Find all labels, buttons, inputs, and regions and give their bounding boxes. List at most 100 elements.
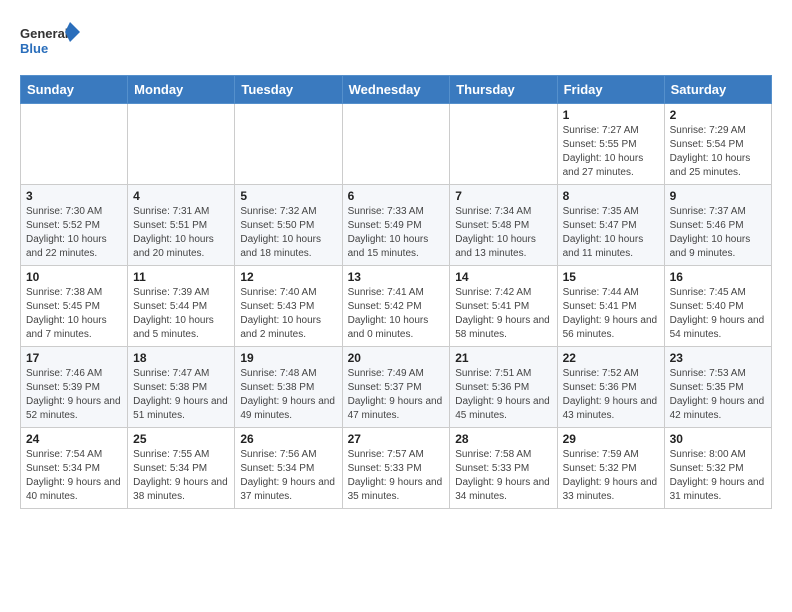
calendar-cell: 8 Sunrise: 7:35 AM Sunset: 5:47 PM Daylig… <box>557 185 664 266</box>
day-number: 8 <box>563 189 659 203</box>
day-of-week-header: Tuesday <box>235 76 342 104</box>
calendar-cell: 3 Sunrise: 7:30 AM Sunset: 5:52 PM Daylig… <box>21 185 128 266</box>
calendar-week-row: 24Sunrise: 7:54 AM Sunset: 5:34 PM Dayli… <box>21 428 772 509</box>
day-number: 3 <box>26 189 122 203</box>
day-info: Sunrise: 7:55 AM Sunset: 5:34 PM Dayligh… <box>133 448 229 504</box>
calendar-cell: 9Sunrise: 7:37 AM Sunset: 5:46 PM Daylig… <box>664 185 771 266</box>
day-info: Sunrise: 7:39 AM Sunset: 5:44 PM Dayligh… <box>133 286 229 342</box>
day-number: 29 <box>563 432 659 446</box>
day-number: 5 <box>240 189 336 203</box>
calendar-cell: 2 Sunrise: 7:29 AM Sunset: 5:54 PM Daylig… <box>664 104 771 185</box>
calendar-cell: 29 Sunrise: 7:59 AM Sunset: 5:32 PM Dayli… <box>557 428 664 509</box>
day-info: Sunrise: 7:51 AM Sunset: 5:36 PM Dayligh… <box>455 367 551 423</box>
day-info: Sunrise: 7:52 AM Sunset: 5:36 PM Dayligh… <box>563 367 659 423</box>
day-number: 16 <box>670 270 766 284</box>
day-info: Sunrise: 7:57 AM Sunset: 5:33 PM Dayligh… <box>348 448 445 504</box>
day-number: 10 <box>26 270 122 284</box>
day-info: Sunrise: 7:31 AM Sunset: 5:51 PM Dayligh… <box>133 205 229 261</box>
day-info: Sunrise: 7:32 AM Sunset: 5:50 PM Dayligh… <box>240 205 336 261</box>
day-number: 7 <box>455 189 551 203</box>
calendar-cell: 12 Sunrise: 7:40 AM Sunset: 5:43 PM Dayli… <box>235 266 342 347</box>
day-number: 27 <box>348 432 445 446</box>
calendar-cell: 24Sunrise: 7:54 AM Sunset: 5:34 PM Dayli… <box>21 428 128 509</box>
day-of-week-header: Friday <box>557 76 664 104</box>
day-number: 1 <box>563 108 659 122</box>
day-info: Sunrise: 7:30 AM Sunset: 5:52 PM Dayligh… <box>26 205 122 261</box>
svg-text:Blue: Blue <box>20 41 48 56</box>
day-info: Sunrise: 7:42 AM Sunset: 5:41 PM Dayligh… <box>455 286 551 342</box>
day-of-week-header: Saturday <box>664 76 771 104</box>
day-number: 18 <box>133 351 229 365</box>
calendar-cell: 27 Sunrise: 7:57 AM Sunset: 5:33 PM Dayli… <box>342 428 450 509</box>
calendar-cell: 4 Sunrise: 7:31 AM Sunset: 5:51 PM Daylig… <box>128 185 235 266</box>
logo-svg: General Blue <box>20 20 80 65</box>
day-info: Sunrise: 7:41 AM Sunset: 5:42 PM Dayligh… <box>348 286 445 342</box>
day-number: 15 <box>563 270 659 284</box>
day-info: Sunrise: 7:35 AM Sunset: 5:47 PM Dayligh… <box>563 205 659 261</box>
calendar-cell <box>450 104 557 185</box>
calendar-cell <box>235 104 342 185</box>
day-info: Sunrise: 7:33 AM Sunset: 5:49 PM Dayligh… <box>348 205 445 261</box>
calendar-cell <box>128 104 235 185</box>
calendar-cell: 19 Sunrise: 7:48 AM Sunset: 5:38 PM Dayli… <box>235 347 342 428</box>
day-number: 28 <box>455 432 551 446</box>
calendar-table: SundayMondayTuesdayWednesdayThursdayFrid… <box>20 75 772 509</box>
calendar-cell: 25Sunrise: 7:55 AM Sunset: 5:34 PM Dayli… <box>128 428 235 509</box>
calendar-cell: 26 Sunrise: 7:56 AM Sunset: 5:34 PM Dayli… <box>235 428 342 509</box>
day-of-week-header: Sunday <box>21 76 128 104</box>
day-number: 6 <box>348 189 445 203</box>
day-number: 23 <box>670 351 766 365</box>
calendar-week-row: 3 Sunrise: 7:30 AM Sunset: 5:52 PM Daylig… <box>21 185 772 266</box>
calendar-cell: 17 Sunrise: 7:46 AM Sunset: 5:39 PM Dayli… <box>21 347 128 428</box>
day-number: 13 <box>348 270 445 284</box>
calendar-cell: 16Sunrise: 7:45 AM Sunset: 5:40 PM Dayli… <box>664 266 771 347</box>
day-of-week-header: Wednesday <box>342 76 450 104</box>
day-number: 19 <box>240 351 336 365</box>
day-info: Sunrise: 7:47 AM Sunset: 5:38 PM Dayligh… <box>133 367 229 423</box>
day-number: 11 <box>133 270 229 284</box>
day-number: 26 <box>240 432 336 446</box>
day-info: Sunrise: 7:56 AM Sunset: 5:34 PM Dayligh… <box>240 448 336 504</box>
day-info: Sunrise: 7:46 AM Sunset: 5:39 PM Dayligh… <box>26 367 122 423</box>
calendar-cell: 10 Sunrise: 7:38 AM Sunset: 5:45 PM Dayli… <box>21 266 128 347</box>
calendar-cell: 11 Sunrise: 7:39 AM Sunset: 5:44 PM Dayli… <box>128 266 235 347</box>
calendar-cell: 23 Sunrise: 7:53 AM Sunset: 5:35 PM Dayli… <box>664 347 771 428</box>
day-number: 9 <box>670 189 766 203</box>
day-number: 14 <box>455 270 551 284</box>
calendar-cell: 6 Sunrise: 7:33 AM Sunset: 5:49 PM Daylig… <box>342 185 450 266</box>
calendar-week-row: 1Sunrise: 7:27 AM Sunset: 5:55 PM Daylig… <box>21 104 772 185</box>
day-info: Sunrise: 7:38 AM Sunset: 5:45 PM Dayligh… <box>26 286 122 342</box>
day-info: Sunrise: 7:59 AM Sunset: 5:32 PM Dayligh… <box>563 448 659 504</box>
day-of-week-header: Monday <box>128 76 235 104</box>
day-info: Sunrise: 7:34 AM Sunset: 5:48 PM Dayligh… <box>455 205 551 261</box>
day-info: Sunrise: 7:53 AM Sunset: 5:35 PM Dayligh… <box>670 367 766 423</box>
day-info: Sunrise: 7:29 AM Sunset: 5:54 PM Dayligh… <box>670 124 766 180</box>
calendar-cell: 20Sunrise: 7:49 AM Sunset: 5:37 PM Dayli… <box>342 347 450 428</box>
logo: General Blue <box>20 20 80 65</box>
day-info: Sunrise: 7:40 AM Sunset: 5:43 PM Dayligh… <box>240 286 336 342</box>
day-number: 21 <box>455 351 551 365</box>
calendar-cell: 7 Sunrise: 7:34 AM Sunset: 5:48 PM Daylig… <box>450 185 557 266</box>
calendar-cell: 5 Sunrise: 7:32 AM Sunset: 5:50 PM Daylig… <box>235 185 342 266</box>
day-number: 30 <box>670 432 766 446</box>
day-number: 2 <box>670 108 766 122</box>
day-number: 4 <box>133 189 229 203</box>
calendar-cell: 15 Sunrise: 7:44 AM Sunset: 5:41 PM Dayli… <box>557 266 664 347</box>
day-number: 12 <box>240 270 336 284</box>
day-number: 17 <box>26 351 122 365</box>
day-number: 20 <box>348 351 445 365</box>
calendar-cell <box>21 104 128 185</box>
day-info: Sunrise: 8:00 AM Sunset: 5:32 PM Dayligh… <box>670 448 766 504</box>
calendar-cell: 21 Sunrise: 7:51 AM Sunset: 5:36 PM Dayli… <box>450 347 557 428</box>
calendar-week-row: 10 Sunrise: 7:38 AM Sunset: 5:45 PM Dayli… <box>21 266 772 347</box>
svg-text:General: General <box>20 26 68 41</box>
page-header: General Blue <box>20 20 772 65</box>
calendar-cell: 13 Sunrise: 7:41 AM Sunset: 5:42 PM Dayli… <box>342 266 450 347</box>
day-info: Sunrise: 7:48 AM Sunset: 5:38 PM Dayligh… <box>240 367 336 423</box>
calendar-cell: 30 Sunrise: 8:00 AM Sunset: 5:32 PM Dayli… <box>664 428 771 509</box>
day-of-week-header: Thursday <box>450 76 557 104</box>
day-info: Sunrise: 7:44 AM Sunset: 5:41 PM Dayligh… <box>563 286 659 342</box>
calendar-cell: 22Sunrise: 7:52 AM Sunset: 5:36 PM Dayli… <box>557 347 664 428</box>
calendar-cell <box>342 104 450 185</box>
day-number: 24 <box>26 432 122 446</box>
